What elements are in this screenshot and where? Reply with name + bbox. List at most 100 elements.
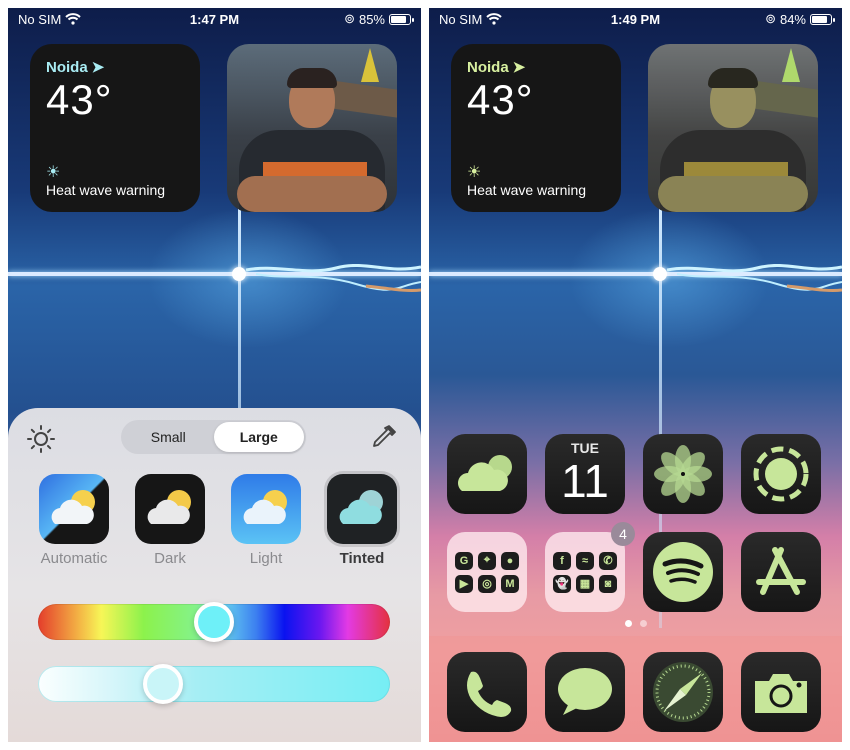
- calendar-date: 11: [561, 455, 609, 507]
- wifi-icon: [486, 13, 503, 25]
- wifi-icon: [65, 13, 82, 25]
- orientation-lock-icon: ⊚: [765, 11, 776, 26]
- mini-app-chrome: ◎: [478, 574, 496, 593]
- mini-app-other: ▦: [576, 574, 594, 593]
- dock-app-messages[interactable]: [545, 652, 625, 732]
- spotify-icon: [653, 542, 713, 602]
- weather-widget[interactable]: Noida ➤ 43° ☀ Heat wave warning: [30, 44, 200, 212]
- app-appstore[interactable]: [741, 532, 821, 612]
- photo-cone: [782, 48, 800, 82]
- left-phone-screen: No SIM 1:47 PM ⊚ 85% Noida ➤ 43° ☀ Heat wa…: [8, 8, 421, 742]
- size-option-large[interactable]: Large: [213, 422, 304, 452]
- dock-app-safari[interactable]: [643, 652, 723, 732]
- app-photos[interactable]: [643, 434, 723, 514]
- app-weather[interactable]: [447, 434, 527, 514]
- orientation-lock-icon: ⊚: [344, 11, 355, 26]
- folder-social[interactable]: f ≈ ✆ 👻 ▦ ◙ 4: [545, 522, 635, 612]
- message-icon: [558, 668, 612, 715]
- page-dot-2[interactable]: [639, 620, 647, 627]
- clock: 1:49 PM: [610, 11, 661, 27]
- sun-icon: ☀: [46, 164, 61, 181]
- location-arrow-icon: ➤: [512, 59, 526, 76]
- flower-icon: [654, 445, 712, 503]
- wallpaper-dot: [653, 267, 667, 281]
- weather-condition: Heat wave warning: [46, 182, 166, 198]
- battery-icon: [389, 13, 414, 25]
- app-activity[interactable]: [741, 434, 821, 514]
- battery-percent: 85%: [358, 11, 385, 27]
- weather-style-icon: [231, 474, 301, 544]
- cloud-icon: [458, 455, 512, 491]
- mini-app-gmail: M: [501, 574, 519, 593]
- customize-panel: Small Large Automatic Dark Light Tinted: [8, 408, 421, 742]
- carrier-label: No SIM: [18, 11, 62, 27]
- circle-dashed-icon: [753, 446, 809, 502]
- mini-app-whatsapp: ✆: [599, 551, 617, 570]
- mini-app-youtube: ▶: [455, 574, 473, 593]
- saturation-slider[interactable]: [38, 664, 390, 704]
- dock-app-camera[interactable]: [741, 652, 821, 732]
- size-option-small[interactable]: Small: [123, 422, 214, 452]
- appstore-icon: [756, 547, 806, 595]
- style-label: Light: [249, 550, 283, 567]
- style-label: Dark: [154, 550, 186, 567]
- compass-icon: [653, 662, 713, 722]
- weather-style-icon: [135, 474, 205, 544]
- folder-google[interactable]: G ⌖ ● ▶ ◎ M: [447, 532, 527, 612]
- mini-app-snapchat: 👻: [553, 574, 571, 593]
- photo-widget[interactable]: [227, 44, 397, 212]
- icon-style-options: Automatic Dark Light Tinted: [28, 474, 408, 567]
- mini-app-maps: ⌖: [478, 551, 496, 570]
- style-option-dark[interactable]: Dark: [124, 474, 216, 567]
- mini-app-assistant: ●: [501, 551, 519, 570]
- wallpaper-streak: [667, 264, 842, 292]
- location-arrow-icon: ➤: [91, 59, 105, 76]
- battery-icon: [810, 13, 835, 25]
- photo-widget[interactable]: [648, 44, 818, 212]
- hue-slider[interactable]: [38, 602, 390, 642]
- app-calendar[interactable]: TUE 11: [545, 434, 625, 514]
- weather-city: Noida: [46, 58, 88, 76]
- weather-style-icon: [327, 474, 397, 544]
- size-segmented-control: Small Large: [121, 420, 306, 454]
- style-option-automatic[interactable]: Automatic: [28, 474, 120, 567]
- camera-icon: [755, 674, 807, 713]
- weather-widget[interactable]: Noida ➤ 43° ☀ Heat wave warning: [451, 44, 621, 212]
- wallpaper-streak: [246, 264, 421, 292]
- dock: [429, 636, 842, 742]
- weather-city: Noida: [467, 58, 509, 76]
- style-label: Automatic: [40, 550, 108, 567]
- mini-app-google: G: [455, 551, 473, 570]
- style-option-tinted[interactable]: Tinted: [316, 474, 408, 567]
- status-bar: No SIM 1:47 PM ⊚ 85%: [8, 8, 421, 30]
- page-dot-1[interactable]: [624, 620, 632, 627]
- phone-icon: [467, 671, 512, 717]
- mini-app-facebook: f: [553, 551, 571, 570]
- app-grid: TUE 11 G ⌖ ● ▶ ◎ M f ≈ ✆ 👻 ▦ ◙ 4: [447, 434, 825, 612]
- app-spotify[interactable]: [643, 532, 723, 612]
- photo-arms: [237, 176, 387, 212]
- weather-condition: Heat wave warning: [467, 182, 587, 198]
- wallpaper-dot: [232, 267, 246, 281]
- right-phone-screen: No SIM 1:49 PM ⊚ 84% Noida ➤ 43° ☀ Heat wa…: [429, 8, 842, 742]
- hue-slider-thumb[interactable]: [194, 602, 234, 642]
- photo-hair: [287, 68, 337, 88]
- clock: 1:47 PM: [189, 11, 240, 27]
- photo-cone: [361, 48, 379, 82]
- status-bar: No SIM 1:49 PM ⊚ 84%: [429, 8, 842, 30]
- sun-icon: ☀: [467, 164, 482, 181]
- battery-percent: 84%: [779, 11, 806, 27]
- weather-style-icon: [39, 474, 109, 544]
- weather-temperature: 43°: [46, 76, 113, 123]
- style-label: Tinted: [339, 550, 385, 567]
- photo-arms: [658, 176, 808, 212]
- dock-app-phone[interactable]: [447, 652, 527, 732]
- mini-app-instagram: ◙: [599, 574, 617, 593]
- page-indicator[interactable]: [429, 620, 842, 627]
- mini-app-messenger: ≈: [576, 551, 594, 570]
- saturation-slider-thumb[interactable]: [143, 664, 184, 704]
- brightness-icon[interactable]: [26, 424, 56, 454]
- style-option-light[interactable]: Light: [220, 474, 312, 567]
- eyedropper-icon[interactable]: [369, 422, 399, 452]
- photo-hair: [708, 68, 758, 88]
